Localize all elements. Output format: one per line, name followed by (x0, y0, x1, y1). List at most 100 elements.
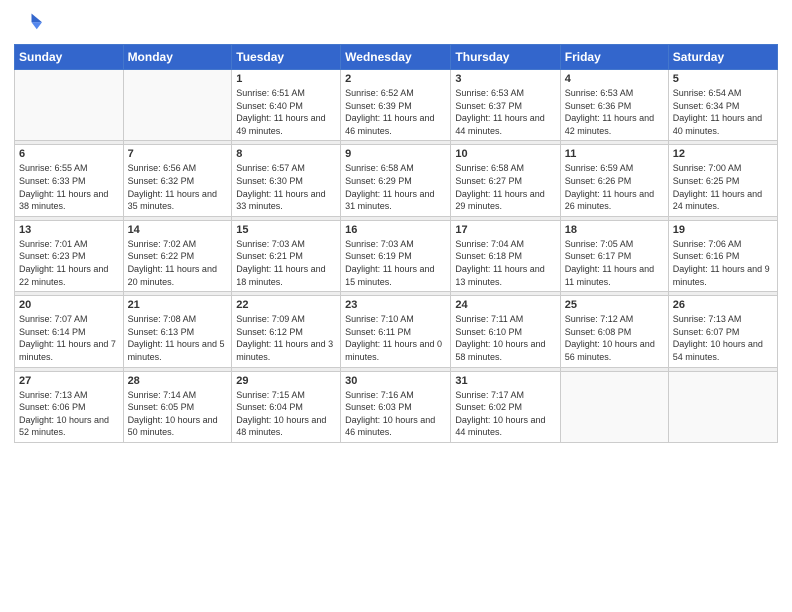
day-info: Sunrise: 7:00 AM Sunset: 6:25 PM Dayligh… (673, 162, 773, 212)
calendar-table: SundayMondayTuesdayWednesdayThursdayFrid… (14, 44, 778, 443)
day-number: 31 (455, 375, 555, 387)
day-number: 21 (128, 299, 228, 311)
week-row-4: 20 Sunrise: 7:07 AM Sunset: 6:14 PM Dayli… (15, 296, 778, 367)
day-number: 23 (345, 299, 446, 311)
day-number: 20 (19, 299, 119, 311)
day-info: Sunrise: 6:56 AM Sunset: 6:32 PM Dayligh… (128, 162, 228, 212)
day-number: 9 (345, 148, 446, 160)
calendar-cell: 5Sunrise: 6:54 AM Sunset: 6:34 PM Daylig… (668, 70, 777, 141)
logo (14, 10, 46, 38)
day-number: 7 (128, 148, 228, 160)
calendar-cell: 1 Sunrise: 6:51 AM Sunset: 6:40 PM Daylig… (232, 70, 341, 141)
day-info: Sunrise: 6:59 AM Sunset: 6:26 PM Dayligh… (565, 162, 664, 212)
calendar-cell: 9 Sunrise: 6:58 AM Sunset: 6:29 PM Daylig… (341, 145, 451, 216)
calendar-cell (668, 371, 777, 442)
weekday-header-friday: Friday (560, 45, 668, 70)
calendar-cell (560, 371, 668, 442)
day-info: Sunrise: 7:09 AM Sunset: 6:12 PM Dayligh… (236, 313, 336, 363)
week-row-5: 27Sunrise: 7:13 AM Sunset: 6:06 PM Dayli… (15, 371, 778, 442)
day-number: 6 (19, 148, 119, 160)
day-info: Sunrise: 7:11 AM Sunset: 6:10 PM Dayligh… (455, 313, 555, 363)
day-number: 15 (236, 224, 336, 236)
day-info: Sunrise: 6:58 AM Sunset: 6:29 PM Dayligh… (345, 162, 446, 212)
day-info: Sunrise: 6:51 AM Sunset: 6:40 PM Dayligh… (236, 87, 336, 137)
day-number: 16 (345, 224, 446, 236)
calendar-cell: 23 Sunrise: 7:10 AM Sunset: 6:11 PM Dayli… (341, 296, 451, 367)
calendar-cell: 31Sunrise: 7:17 AM Sunset: 6:02 PM Dayli… (451, 371, 560, 442)
calendar-cell: 2Sunrise: 6:52 AM Sunset: 6:39 PM Daylig… (341, 70, 451, 141)
day-info: Sunrise: 6:55 AM Sunset: 6:33 PM Dayligh… (19, 162, 119, 212)
day-number: 17 (455, 224, 555, 236)
day-info: Sunrise: 7:08 AM Sunset: 6:13 PM Dayligh… (128, 313, 228, 363)
day-info: Sunrise: 7:03 AM Sunset: 6:21 PM Dayligh… (236, 238, 336, 288)
calendar-cell: 27Sunrise: 7:13 AM Sunset: 6:06 PM Dayli… (15, 371, 124, 442)
day-number: 13 (19, 224, 119, 236)
calendar-cell (123, 70, 232, 141)
header (14, 10, 778, 38)
week-row-1: 1 Sunrise: 6:51 AM Sunset: 6:40 PM Daylig… (15, 70, 778, 141)
day-info: Sunrise: 7:02 AM Sunset: 6:22 PM Dayligh… (128, 238, 228, 288)
calendar-cell: 13 Sunrise: 7:01 AM Sunset: 6:23 PM Dayli… (15, 220, 124, 291)
calendar-cell: 28 Sunrise: 7:14 AM Sunset: 6:05 PM Dayli… (123, 371, 232, 442)
calendar-cell: 20 Sunrise: 7:07 AM Sunset: 6:14 PM Dayli… (15, 296, 124, 367)
calendar-cell: 10Sunrise: 6:58 AM Sunset: 6:27 PM Dayli… (451, 145, 560, 216)
day-number: 14 (128, 224, 228, 236)
calendar-cell: 15 Sunrise: 7:03 AM Sunset: 6:21 PM Dayli… (232, 220, 341, 291)
day-number: 3 (455, 73, 555, 85)
calendar-cell: 6 Sunrise: 6:55 AM Sunset: 6:33 PM Daylig… (15, 145, 124, 216)
day-info: Sunrise: 7:05 AM Sunset: 6:17 PM Dayligh… (565, 238, 664, 288)
weekday-header-monday: Monday (123, 45, 232, 70)
calendar-cell: 24 Sunrise: 7:11 AM Sunset: 6:10 PM Dayli… (451, 296, 560, 367)
calendar-cell: 30 Sunrise: 7:16 AM Sunset: 6:03 PM Dayli… (341, 371, 451, 442)
calendar-cell: 3Sunrise: 6:53 AM Sunset: 6:37 PM Daylig… (451, 70, 560, 141)
calendar-cell: 12 Sunrise: 7:00 AM Sunset: 6:25 PM Dayli… (668, 145, 777, 216)
day-info: Sunrise: 7:15 AM Sunset: 6:04 PM Dayligh… (236, 389, 336, 439)
day-info: Sunrise: 7:12 AM Sunset: 6:08 PM Dayligh… (565, 313, 664, 363)
calendar-cell: 16Sunrise: 7:03 AM Sunset: 6:19 PM Dayli… (341, 220, 451, 291)
day-number: 2 (345, 73, 446, 85)
calendar-cell (15, 70, 124, 141)
week-row-2: 6 Sunrise: 6:55 AM Sunset: 6:33 PM Daylig… (15, 145, 778, 216)
day-number: 28 (128, 375, 228, 387)
day-info: Sunrise: 6:53 AM Sunset: 6:36 PM Dayligh… (565, 87, 664, 137)
page: SundayMondayTuesdayWednesdayThursdayFrid… (0, 0, 792, 612)
calendar-cell: 19 Sunrise: 7:06 AM Sunset: 6:16 PM Dayli… (668, 220, 777, 291)
calendar-cell: 17Sunrise: 7:04 AM Sunset: 6:18 PM Dayli… (451, 220, 560, 291)
day-number: 11 (565, 148, 664, 160)
day-number: 25 (565, 299, 664, 311)
day-number: 19 (673, 224, 773, 236)
day-number: 4 (565, 73, 664, 85)
weekday-header-tuesday: Tuesday (232, 45, 341, 70)
calendar-cell: 18 Sunrise: 7:05 AM Sunset: 6:17 PM Dayli… (560, 220, 668, 291)
weekday-header-saturday: Saturday (668, 45, 777, 70)
day-number: 18 (565, 224, 664, 236)
day-info: Sunrise: 7:06 AM Sunset: 6:16 PM Dayligh… (673, 238, 773, 288)
logo-icon (14, 10, 42, 38)
week-row-3: 13 Sunrise: 7:01 AM Sunset: 6:23 PM Dayli… (15, 220, 778, 291)
day-number: 1 (236, 73, 336, 85)
day-number: 8 (236, 148, 336, 160)
weekday-header-sunday: Sunday (15, 45, 124, 70)
calendar-cell: 11 Sunrise: 6:59 AM Sunset: 6:26 PM Dayli… (560, 145, 668, 216)
day-info: Sunrise: 7:16 AM Sunset: 6:03 PM Dayligh… (345, 389, 446, 439)
header-row: SundayMondayTuesdayWednesdayThursdayFrid… (15, 45, 778, 70)
day-number: 22 (236, 299, 336, 311)
day-info: Sunrise: 7:10 AM Sunset: 6:11 PM Dayligh… (345, 313, 446, 363)
day-number: 30 (345, 375, 446, 387)
day-number: 10 (455, 148, 555, 160)
calendar-cell: 26 Sunrise: 7:13 AM Sunset: 6:07 PM Dayli… (668, 296, 777, 367)
day-info: Sunrise: 7:13 AM Sunset: 6:07 PM Dayligh… (673, 313, 773, 363)
calendar-cell: 22 Sunrise: 7:09 AM Sunset: 6:12 PM Dayli… (232, 296, 341, 367)
day-number: 24 (455, 299, 555, 311)
day-info: Sunrise: 6:54 AM Sunset: 6:34 PM Dayligh… (673, 87, 773, 137)
day-info: Sunrise: 7:07 AM Sunset: 6:14 PM Dayligh… (19, 313, 119, 363)
weekday-header-wednesday: Wednesday (341, 45, 451, 70)
day-info: Sunrise: 7:13 AM Sunset: 6:06 PM Dayligh… (19, 389, 119, 439)
day-info: Sunrise: 7:01 AM Sunset: 6:23 PM Dayligh… (19, 238, 119, 288)
day-number: 26 (673, 299, 773, 311)
day-info: Sunrise: 6:57 AM Sunset: 6:30 PM Dayligh… (236, 162, 336, 212)
day-number: 29 (236, 375, 336, 387)
day-number: 12 (673, 148, 773, 160)
calendar-cell: 8 Sunrise: 6:57 AM Sunset: 6:30 PM Daylig… (232, 145, 341, 216)
day-info: Sunrise: 7:14 AM Sunset: 6:05 PM Dayligh… (128, 389, 228, 439)
